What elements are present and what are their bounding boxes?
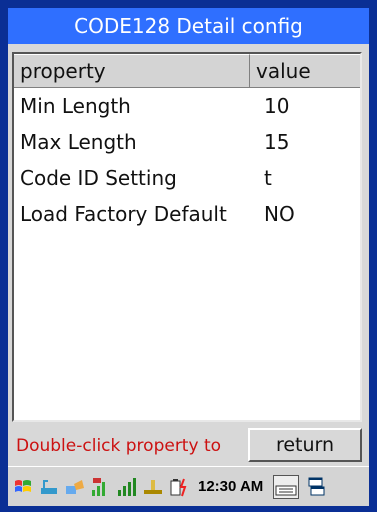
signal-bars-icon[interactable]	[116, 476, 138, 498]
power-icon[interactable]	[142, 476, 164, 498]
hint-text: Double-click property to	[16, 436, 222, 456]
property-value: NO	[264, 202, 295, 226]
property-value: t	[264, 166, 272, 190]
list-header: property value	[14, 54, 360, 88]
return-button[interactable]: return	[248, 428, 362, 462]
column-header-value[interactable]: value	[250, 54, 360, 87]
taskbar: 12:30 AM	[8, 466, 369, 506]
network-icon[interactable]	[64, 476, 86, 498]
battery-icon[interactable]	[168, 476, 190, 498]
property-value: 15	[264, 130, 290, 154]
signal-icon[interactable]	[90, 476, 112, 498]
column-header-property[interactable]: property	[14, 54, 250, 87]
keyboard-icon[interactable]	[273, 474, 300, 499]
property-name: Min Length	[20, 94, 131, 118]
usb-icon[interactable]	[38, 476, 60, 498]
property-list[interactable]: property value Min Length 10 Max Length …	[12, 52, 362, 422]
property-name: Load Factory Default	[20, 202, 227, 226]
list-row-min-length[interactable]: Min Length 10	[14, 88, 360, 124]
window-frame: CODE128 Detail config property value Min…	[0, 0, 377, 512]
list-row-max-length[interactable]: Max Length 15	[14, 124, 360, 160]
property-name: Max Length	[20, 130, 137, 154]
window-switch-icon[interactable]	[307, 475, 325, 499]
list-row-load-factory-default[interactable]: Load Factory Default NO	[14, 196, 360, 232]
window-title: CODE128 Detail config	[8, 8, 369, 44]
list-row-code-id-setting[interactable]: Code ID Setting t	[14, 160, 360, 196]
start-flag-icon[interactable]	[12, 476, 34, 498]
clock[interactable]: 12:30 AM	[198, 478, 263, 495]
property-value: 10	[264, 94, 290, 118]
property-name: Code ID Setting	[20, 166, 177, 190]
